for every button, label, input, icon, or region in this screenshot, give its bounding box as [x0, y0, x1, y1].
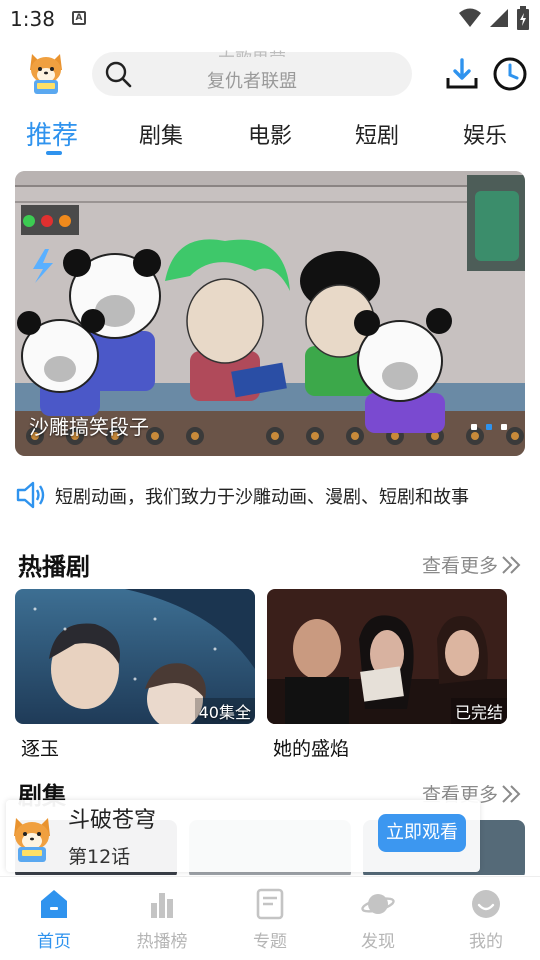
document-icon — [256, 888, 284, 920]
bar-chart-icon — [151, 893, 173, 918]
tab-movies[interactable]: 电影 — [248, 118, 292, 150]
top-header: 大歌思营 复仇者联盟 — [0, 46, 540, 102]
nav-label: 专题 — [253, 932, 287, 952]
banner-carousel[interactable]: 沙雕搞笑段子 — [15, 171, 525, 456]
nav-profile[interactable]: 我的 — [446, 887, 526, 952]
tab-entertainment[interactable]: 娱乐 — [463, 118, 507, 150]
banner-caption: 沙雕搞笑段子 — [29, 415, 149, 439]
clock-icon[interactable] — [492, 56, 528, 92]
tab-series[interactable]: 剧集 — [139, 118, 183, 150]
section-title-hot: 热播剧 — [18, 553, 90, 581]
nav-label: 首页 — [37, 932, 71, 952]
nav-home[interactable]: 首页 — [14, 887, 94, 952]
episode-badge: 40集全 — [194, 698, 255, 724]
double-chevron-right-icon — [502, 784, 521, 803]
tab-recommend[interactable]: 推荐 — [26, 115, 78, 152]
nav-label: 热播榜 — [136, 932, 188, 952]
home-icon — [41, 890, 67, 918]
double-chevron-right-icon — [502, 555, 521, 574]
drama-card[interactable]: 40集全 逐玉 — [15, 589, 255, 761]
carousel-dot — [501, 424, 507, 430]
drama-title: 逐玉 — [21, 738, 60, 760]
nav-label: 我的 — [469, 932, 503, 952]
continue-watching-popup[interactable]: 斗破苍穹 第12话 立即观看 — [6, 800, 480, 872]
see-more-label: 查看更多 — [421, 555, 498, 577]
watch-now-button[interactable]: 立即观看 — [378, 814, 466, 852]
search-bar[interactable]: 大歌思营 复仇者联盟 — [92, 50, 412, 96]
nav-hot-ranking[interactable]: 热播榜 — [122, 887, 202, 952]
popup-episode: 第12话 — [68, 846, 131, 868]
carousel-dot — [471, 424, 477, 430]
system-icons — [458, 6, 530, 30]
carousel-dots — [471, 424, 507, 430]
bottom-navigation: 首页 热播榜 专题 发现 我的 — [0, 876, 540, 960]
search-placeholder: 复仇者联盟 — [207, 71, 297, 92]
battery-icon — [517, 6, 529, 30]
search-placeholder-prev: 大歌思营 — [92, 45, 412, 57]
planet-icon — [361, 894, 395, 914]
wifi-icon — [459, 8, 481, 27]
speaker-icon — [16, 481, 45, 509]
announcement-text: 短剧动画，我们致力于沙雕动画、漫剧、短剧和故事 — [55, 487, 469, 508]
profile-icon — [472, 890, 500, 918]
shiba-mascot-icon[interactable] — [26, 50, 66, 96]
status-badge: 已完结 — [450, 698, 507, 724]
drama-title: 她的盛焰 — [273, 738, 350, 760]
nav-discover[interactable]: 发现 — [338, 887, 418, 952]
status-bar: 1:38 A — [0, 0, 540, 40]
drama-card[interactable]: 已完结 她的盛焰 — [267, 589, 507, 761]
shiba-mascot-icon — [14, 818, 50, 862]
popup-title: 斗破苍穹 — [68, 808, 157, 833]
a-icon: A — [72, 11, 86, 25]
tab-short-drama[interactable]: 短剧 — [355, 118, 399, 150]
nav-label: 发现 — [361, 932, 395, 952]
download-icon[interactable] — [444, 56, 480, 92]
drama-poster: 已完结 — [267, 589, 507, 724]
status-time: 1:38 — [10, 7, 55, 31]
active-tab-indicator — [46, 151, 62, 155]
nav-topics[interactable]: 专题 — [230, 887, 310, 952]
see-more-hot[interactable]: 查看更多 — [422, 551, 522, 578]
announcement-bar[interactable]: 短剧动画，我们致力于沙雕动画、漫剧、短剧和故事 — [15, 478, 525, 512]
category-tabs: 推荐 剧集 电影 短剧 娱乐 — [0, 112, 540, 162]
drama-poster: 40集全 — [15, 589, 255, 724]
signal-icon — [490, 9, 508, 27]
carousel-dot-active — [486, 424, 492, 430]
